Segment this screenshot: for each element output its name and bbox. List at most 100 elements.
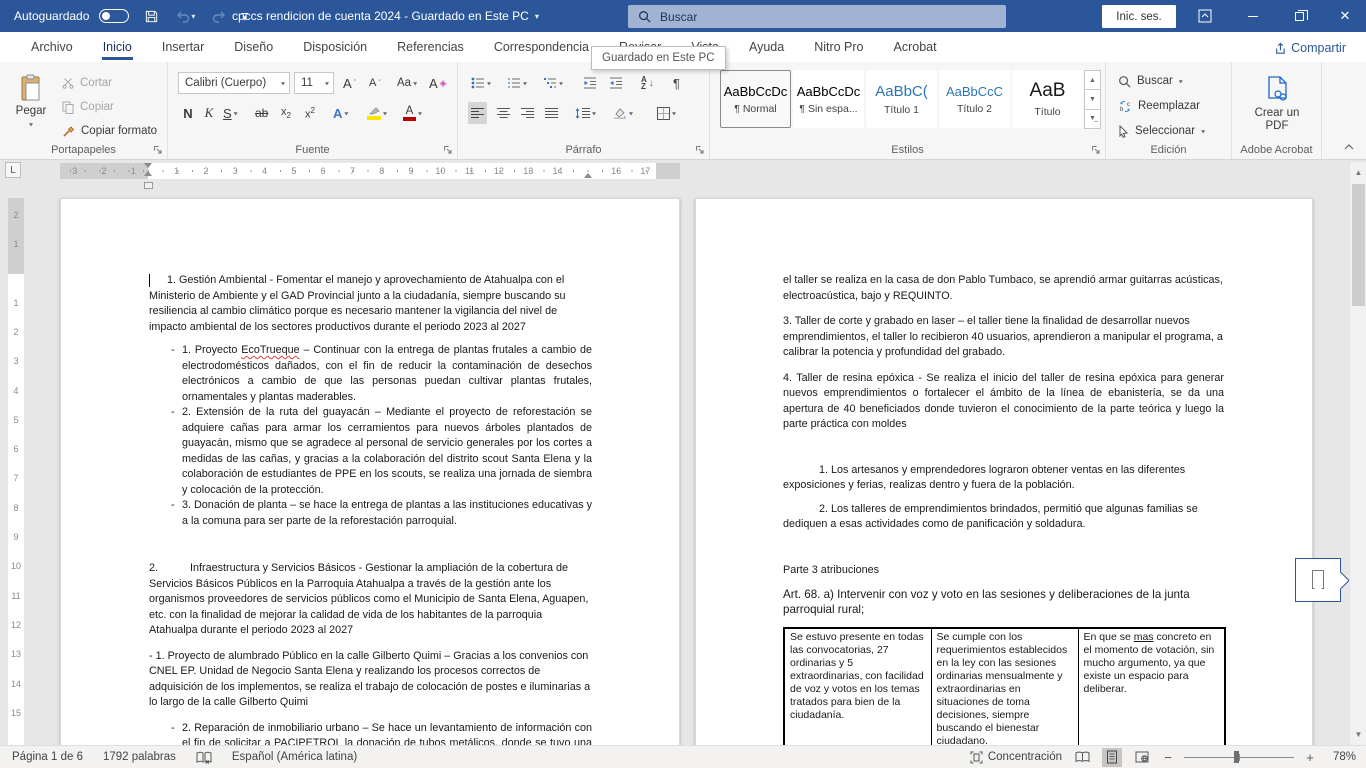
style-sin-espaciado[interactable]: AaBbCcDc ¶ Sin espa... — [793, 70, 864, 128]
select-button[interactable]: Seleccionar▾ — [1118, 120, 1205, 142]
table-cell[interactable]: En que se mas concreto en el momento de … — [1078, 628, 1225, 745]
scrollbar-thumb[interactable] — [1352, 184, 1365, 306]
clipboard-dialog-launcher[interactable] — [151, 143, 163, 155]
tab-ayuda[interactable]: Ayuda — [734, 32, 799, 62]
print-layout-button[interactable] — [1102, 748, 1122, 767]
shading-button[interactable]: ▾ — [610, 102, 636, 124]
language-indicator[interactable]: Español (América latina) — [232, 751, 357, 763]
autosave-toggle[interactable] — [99, 9, 129, 23]
resume-reading-marker[interactable] — [1295, 558, 1341, 602]
cut-button[interactable]: Cortar — [62, 72, 112, 94]
styles-dialog-launcher[interactable] — [1089, 143, 1101, 155]
clear-formatting-button[interactable]: A◈ — [426, 72, 450, 94]
font-color-button[interactable]: A▾ — [400, 102, 425, 124]
zoom-slider-thumb[interactable] — [1234, 751, 1239, 763]
right-indent-marker[interactable] — [584, 173, 592, 178]
save-icon[interactable] — [139, 4, 163, 28]
paragraph-dialog-launcher[interactable] — [693, 143, 705, 155]
tab-archivo[interactable]: Archivo — [16, 32, 88, 62]
tab-selector[interactable]: L — [5, 162, 21, 178]
italic-button[interactable]: K — [200, 102, 218, 124]
format-painter-button[interactable]: Copiar formato — [62, 120, 157, 142]
align-left-button[interactable] — [468, 102, 487, 124]
zoom-out-button[interactable]: − — [1162, 750, 1174, 765]
create-pdf-button[interactable]: Crear un PDF — [1246, 70, 1308, 142]
replace-button[interactable]: bc Reemplazar — [1118, 95, 1200, 117]
shrink-font-button[interactable]: Aˇ — [366, 72, 384, 94]
align-center-button[interactable] — [494, 102, 513, 124]
subscript-button[interactable]: x2 — [278, 102, 294, 124]
zoom-percentage[interactable]: 78% — [1326, 751, 1356, 763]
copy-button[interactable]: Copiar — [62, 96, 114, 118]
page-indicator[interactable]: Página 1 de 6 — [12, 751, 83, 763]
decrease-indent-button[interactable] — [580, 72, 600, 94]
left-indent-marker[interactable] — [144, 182, 153, 189]
justify-button[interactable] — [542, 102, 561, 124]
tab-inicio[interactable]: Inicio — [88, 32, 147, 62]
align-right-button[interactable] — [518, 102, 537, 124]
tab-correspondencia[interactable]: Correspondencia — [479, 32, 604, 62]
proofing-status-icon[interactable] — [196, 751, 212, 764]
change-case-button[interactable]: Aa▾ — [394, 72, 420, 94]
first-line-indent-marker[interactable] — [144, 163, 152, 168]
underline-button[interactable]: S▾ — [220, 102, 241, 124]
show-marks-button[interactable]: ¶ — [670, 72, 683, 94]
grow-font-button[interactable]: Aˆ — [340, 72, 359, 94]
web-layout-button[interactable] — [1132, 748, 1152, 767]
read-mode-button[interactable] — [1072, 748, 1092, 767]
page-2[interactable]: el taller se realiza en la casa de don P… — [695, 198, 1313, 745]
numbered-list-button[interactable]: ▾ — [504, 72, 530, 94]
font-name-select[interactable]: Calibri (Cuerpo)▾ — [178, 72, 290, 94]
superscript-button[interactable]: x2 — [302, 102, 318, 124]
table-cell[interactable]: Se estuvo presente en todas las convocat… — [784, 628, 931, 745]
highlight-color-button[interactable]: ▾ — [364, 102, 390, 124]
paste-button[interactable]: Pegar ▾ — [8, 70, 54, 144]
bold-button[interactable]: N — [178, 102, 198, 124]
close-button[interactable]: ✕ — [1328, 0, 1362, 32]
style-titulo-2[interactable]: AaBbCcC Título 2 — [939, 70, 1010, 128]
zoom-slider[interactable] — [1184, 750, 1294, 764]
page-1[interactable]: 1. Gestión Ambiental - Fomentar el manej… — [60, 198, 680, 745]
undo-icon[interactable]: ▾ — [173, 4, 197, 28]
zoom-in-button[interactable]: + — [1304, 750, 1316, 765]
styles-scroll-up-button[interactable]: ▲ — [1084, 70, 1101, 90]
search-input[interactable]: Buscar — [628, 5, 1006, 28]
word-count[interactable]: 1792 palabras — [103, 751, 176, 763]
collapse-ribbon-button[interactable] — [1340, 139, 1358, 155]
sign-in-button[interactable]: Inic. ses. — [1102, 5, 1176, 28]
tab-referencias[interactable]: Referencias — [382, 32, 479, 62]
hanging-indent-marker[interactable] — [144, 171, 152, 176]
tab-disposicion[interactable]: Disposición — [288, 32, 382, 62]
styles-gallery-more-button[interactable]: ▼̲ — [1084, 109, 1101, 129]
bullet-list-button[interactable]: ▾ — [468, 72, 494, 94]
line-spacing-button[interactable]: ▾ — [572, 102, 599, 124]
style-titulo-1[interactable]: AaBbC( Título 1 — [866, 70, 937, 128]
strikethrough-button[interactable]: ab — [252, 102, 271, 124]
tab-diseno[interactable]: Diseño — [219, 32, 288, 62]
document-title[interactable]: cpccs rendicion de cuenta 2024 - Guardad… — [232, 0, 539, 32]
tab-acrobat[interactable]: Acrobat — [879, 32, 952, 62]
text-effects-button[interactable]: A▾ — [330, 102, 351, 124]
minimize-button[interactable] — [1236, 0, 1270, 32]
ribbon-display-options-button[interactable] — [1188, 0, 1222, 32]
style-normal[interactable]: AaBbCcDc ¶ Normal — [720, 70, 791, 128]
tab-nitro-pro[interactable]: Nitro Pro — [799, 32, 878, 62]
restore-button[interactable] — [1282, 0, 1316, 32]
focus-mode-button[interactable]: Concentración — [970, 751, 1062, 764]
borders-button[interactable]: ▾ — [654, 102, 679, 124]
multilevel-list-button[interactable]: ▾ — [540, 72, 566, 94]
table-cell[interactable]: Se cumple con los requerimientos estable… — [931, 628, 1078, 745]
styles-scroll-down-button[interactable]: ▼ — [1084, 89, 1101, 109]
scroll-up-button[interactable]: ▲ — [1350, 164, 1366, 181]
font-dialog-launcher[interactable] — [441, 143, 453, 155]
font-size-select[interactable]: 11▾ — [294, 72, 334, 94]
vertical-scrollbar[interactable]: ▲ ▼ — [1349, 162, 1366, 745]
scroll-down-button[interactable]: ▼ — [1350, 726, 1366, 743]
increase-indent-button[interactable] — [606, 72, 626, 94]
style-titulo[interactable]: AaB Título — [1012, 70, 1083, 128]
sort-button[interactable]: AZ↓ — [638, 72, 657, 94]
tab-insertar[interactable]: Insertar — [147, 32, 219, 62]
redo-icon[interactable] — [207, 4, 231, 28]
find-button[interactable]: Buscar▾ — [1118, 70, 1183, 92]
share-button[interactable]: Compartir — [1267, 36, 1352, 60]
